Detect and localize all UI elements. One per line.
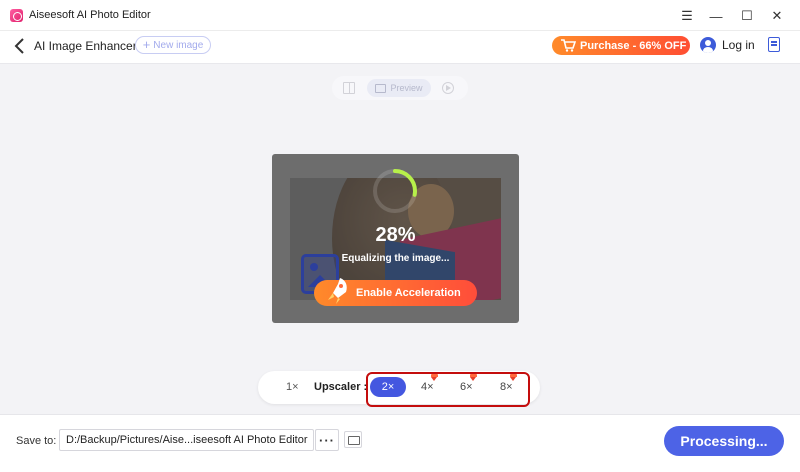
image-preview-card: 28% Equalizing the image... Enable Accel… [272,154,519,323]
title-bar: Aiseesoft AI Photo Editor ☰ — ☐ ✕ [0,0,800,31]
compare-view-icon[interactable] [343,82,355,94]
rocket-icon [328,278,347,304]
premium-gem-icon [510,374,517,381]
save-to-label: Save to: [16,435,57,447]
close-button[interactable]: ✕ [767,6,787,26]
user-icon [700,37,716,53]
acceleration-label: Enable Acceleration [356,287,461,299]
main-canvas: Preview 28% Equalizing the image... Enab… [0,64,800,414]
progress-percent: 28% [375,224,416,246]
minimize-button[interactable]: — [706,6,726,26]
browse-more-button[interactable]: ··· [315,429,339,451]
login-label: Log in [722,38,755,52]
upscaler-label: Upscaler : [314,381,368,393]
bottom-bar: Save to: D:/Backup/Pictures/Aise...isees… [0,414,800,472]
upscaler-bar: 1× Upscaler : 2× 4× 6× 8× [258,371,540,407]
plus-icon: + [142,37,151,52]
page-title: AI Image Enhancer [34,39,137,53]
app-title: Aiseesoft AI Photo Editor [29,9,151,21]
back-arrow-icon[interactable] [12,37,28,55]
menu-icon[interactable]: ☰ [677,6,697,26]
purchase-button[interactable]: Purchase - 66% OFF [552,36,690,55]
scale-option-8x-label: 8× [500,381,513,393]
app-logo-icon [10,9,23,22]
image-icon [375,83,387,93]
processing-button[interactable]: Processing... [664,426,784,456]
premium-gem-icon [470,374,477,381]
document-icon[interactable] [768,37,780,52]
scale-option-6x[interactable]: 6× [460,374,477,393]
play-icon[interactable] [442,82,454,94]
scale-option-4x[interactable]: 4× [421,374,438,393]
progress-ring [373,169,417,213]
scale-option-6x-label: 6× [460,381,473,393]
login-button[interactable]: Log in [700,36,755,54]
scale-option-8x[interactable]: 8× [500,374,517,393]
purchase-label: Purchase - 66% OFF [580,39,687,52]
scale-option-1x[interactable]: 1× [286,381,299,393]
cart-icon [561,39,576,52]
maximize-button[interactable]: ☐ [737,6,757,26]
premium-gem-icon [431,374,438,381]
view-toggle: Preview [332,76,468,100]
preview-label: Preview [390,83,423,93]
scale-option-4x-label: 4× [421,381,434,393]
enable-acceleration-button[interactable]: Enable Acceleration [314,278,477,306]
preview-tab[interactable]: Preview [367,79,431,97]
save-path-field[interactable]: D:/Backup/Pictures/Aise...iseesoft AI Ph… [59,429,314,451]
toolbar: AI Image Enhancer + New image Purchase -… [0,31,800,64]
new-image-button[interactable]: + New image [135,36,211,54]
new-image-label: New image [153,39,204,51]
open-folder-icon[interactable] [344,431,362,448]
scale-option-2x[interactable]: 2× [370,377,406,397]
